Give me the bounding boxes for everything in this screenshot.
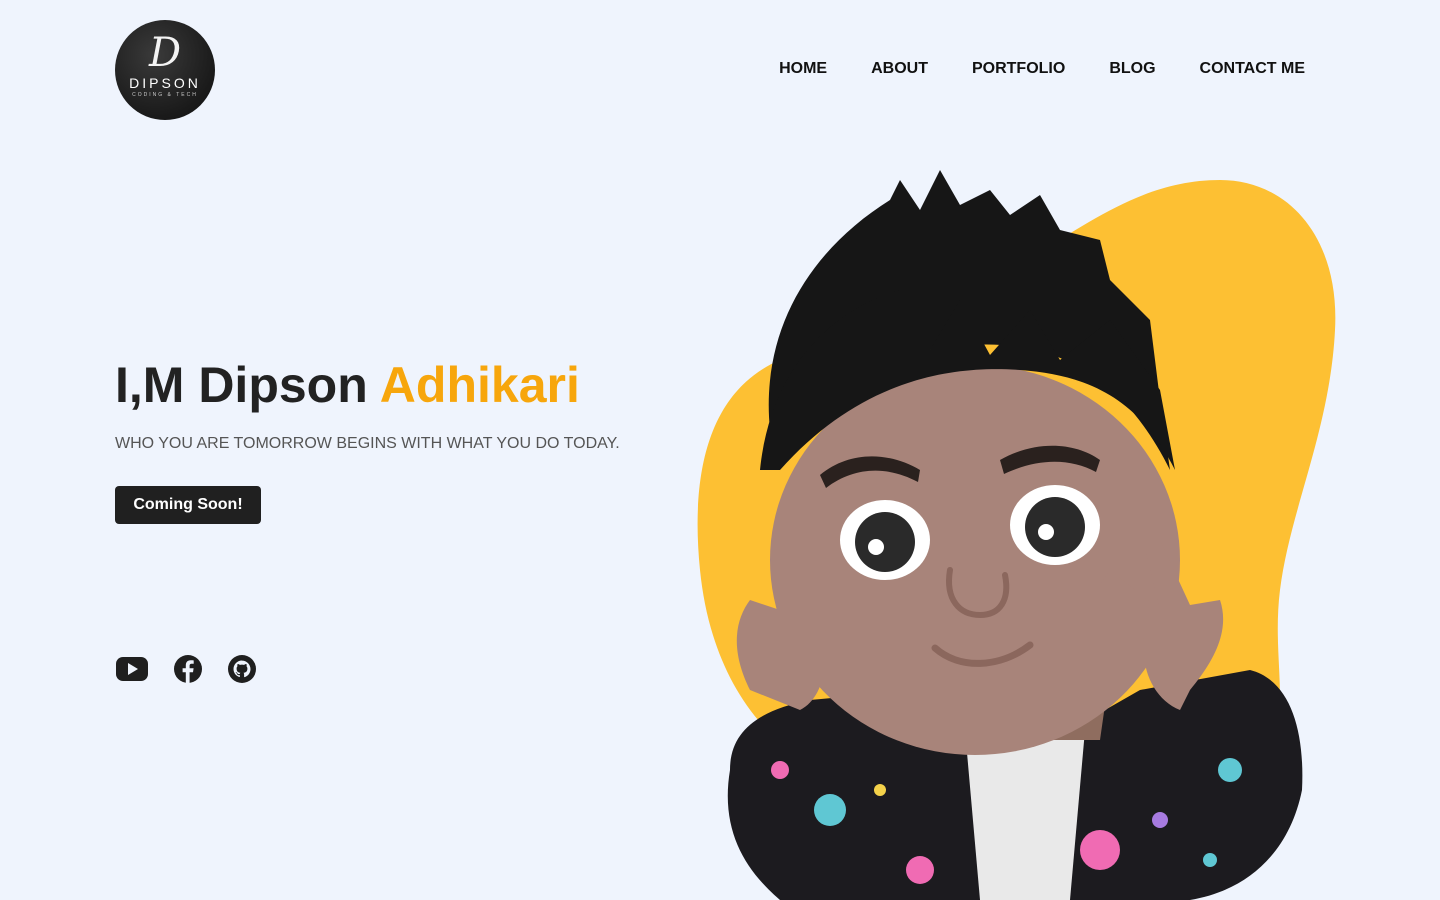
nav-about[interactable]: ABOUT <box>871 58 928 80</box>
logo-mark: D <box>148 29 182 76</box>
logo[interactable]: D DIPSON CODING & TECH <box>115 20 215 120</box>
hero-title-accent: Adhikari <box>379 357 580 413</box>
social-links <box>115 654 257 684</box>
main-nav: HOME ABOUT PORTFOLIO BLOG CONTACT ME <box>779 58 1305 80</box>
nav-home[interactable]: HOME <box>779 58 827 80</box>
facebook-icon[interactable] <box>173 654 203 684</box>
logo-tagline: CODING & TECH <box>132 91 198 98</box>
hero-subtitle: WHO YOU ARE TOMORROW BEGINS WITH WHAT YO… <box>115 435 620 452</box>
hero-title-main: I,M Dipson <box>115 357 380 413</box>
nav-portfolio[interactable]: PORTFOLIO <box>972 58 1065 80</box>
logo-name: DIPSON <box>129 74 201 91</box>
avatar-illustration <box>697 170 1336 900</box>
nav-contact[interactable]: CONTACT ME <box>1200 58 1305 80</box>
youtube-icon[interactable] <box>115 654 149 684</box>
shirt <box>965 730 1085 900</box>
hero-title: I,M Dipson Adhikari <box>115 356 580 414</box>
coming-soon-button[interactable]: Coming Soon! <box>115 486 261 524</box>
nav-blog[interactable]: BLOG <box>1109 58 1155 80</box>
face <box>770 365 1180 755</box>
github-icon[interactable] <box>227 654 257 684</box>
